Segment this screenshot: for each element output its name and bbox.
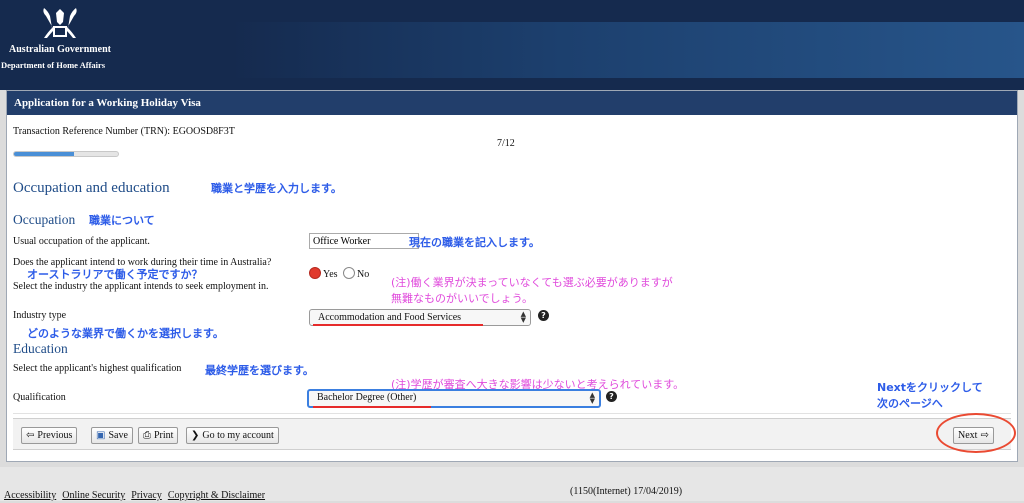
save-label: Save (108, 430, 128, 441)
usual-occupation-label: Usual occupation of the applicant. (13, 236, 150, 247)
chevron-right-icon: ❯ (191, 430, 200, 441)
print-button[interactable]: ⎙ Print (138, 427, 179, 444)
select-arrows-icon: ▲ ▼ (589, 391, 595, 405)
government-logo: Australian Government Department of Home… (0, 4, 120, 84)
step-indicator: 7/12 (497, 138, 515, 149)
go-to-account-label: Go to my account (202, 430, 274, 441)
industry-type-value: Accommodation and Food Services (318, 312, 462, 323)
footer-link-privacy[interactable]: Privacy (131, 490, 162, 501)
radio-no[interactable] (343, 267, 355, 279)
help-icon[interactable]: ? (538, 310, 549, 321)
highlight-circle-next (936, 413, 1016, 453)
version-info: (1150(Internet) 17/04/2019) (570, 486, 683, 497)
annotation-industry-note-2: 無難なものがいいでしょう。 (391, 292, 534, 305)
radio-yes[interactable] (309, 267, 321, 279)
occupation-heading: Occupation (13, 212, 76, 227)
help-icon[interactable]: ? (606, 391, 617, 402)
annotation-next-2: 次のページへ (877, 397, 943, 410)
save-button[interactable]: ▣ Save (91, 427, 133, 444)
annotation-occupation: 職業について (89, 214, 155, 227)
highlight-underline-qualification (313, 406, 431, 408)
department-name: Department of Home Affairs (1, 60, 106, 70)
annotation-next-1: Nextをクリックして (877, 381, 983, 394)
footer-link-copyright[interactable]: Copyright & Disclaimer (168, 490, 265, 501)
industry-type-label: Industry type (13, 310, 67, 321)
qualification-label: Qualification (13, 392, 66, 403)
site-header: Australian Government Department of Home… (0, 0, 1024, 90)
footer-link-online-security[interactable]: Online Security (62, 490, 125, 501)
annotation-main: 職業と学歴を入力します。 (211, 182, 342, 195)
progress-bar (13, 151, 119, 157)
annotation-industry-note-1: (注)働く業界が決まっていなくても選ぶ必要がありますが (391, 276, 673, 289)
annotation-industry-type: どのような業界で働くかを選択します。 (27, 327, 224, 340)
floppy-disk-icon: ▣ (96, 430, 106, 441)
select-arrows-icon: ▲ ▼ (520, 310, 526, 324)
progress-fill (14, 152, 75, 156)
divider (13, 413, 1011, 414)
trn-label: Transaction Reference Number (TRN): EGOO… (13, 126, 235, 137)
application-panel: Application for a Working Holiday Visa T… (6, 90, 1018, 462)
coat-of-arms-icon (43, 8, 77, 38)
annotation-highest-qual: 最終学歴を選びます。 (205, 364, 314, 377)
button-bar: ⇦ Previous ▣ Save ⎙ Print ❯ Go to my account… (13, 418, 1011, 450)
education-heading: Education (13, 341, 68, 356)
annotation-usual-occupation: 現在の職業を記入します。 (409, 236, 540, 249)
section-heading: Occupation and education (13, 180, 170, 196)
qualification-value: Bachelor Degree (Other) (317, 392, 417, 403)
arrow-left-icon: ⇦ (26, 430, 35, 441)
footer-link-accessibility[interactable]: Accessibility (4, 490, 56, 501)
printer-icon: ⎙ (143, 430, 151, 441)
go-to-account-button[interactable]: ❯ Go to my account (186, 427, 279, 444)
page-footer: Accessibility Online Security Privacy Copyr… (0, 467, 1024, 501)
highlight-underline-industry (313, 324, 483, 326)
usual-occupation-input[interactable] (309, 233, 419, 249)
print-label: Print (154, 430, 174, 441)
highest-qualification-label: Select the applicant's highest qualifica… (13, 363, 182, 374)
radio-no-label: No (357, 269, 370, 280)
select-industry-label: Select the industry the applicant intend… (13, 281, 269, 292)
footer-links: Accessibility Online Security Privacy Copyr… (4, 485, 271, 503)
header-band (230, 22, 1024, 78)
radio-yes-label: Yes (323, 269, 338, 280)
previous-button[interactable]: ⇦ Previous (21, 427, 78, 444)
government-name: Australian Government (9, 44, 111, 55)
annotation-intend-work: オーストラリアで働く予定ですか？ (27, 268, 203, 281)
previous-label: Previous (37, 430, 73, 441)
panel-title: Application for a Working Holiday Visa (7, 91, 1017, 115)
